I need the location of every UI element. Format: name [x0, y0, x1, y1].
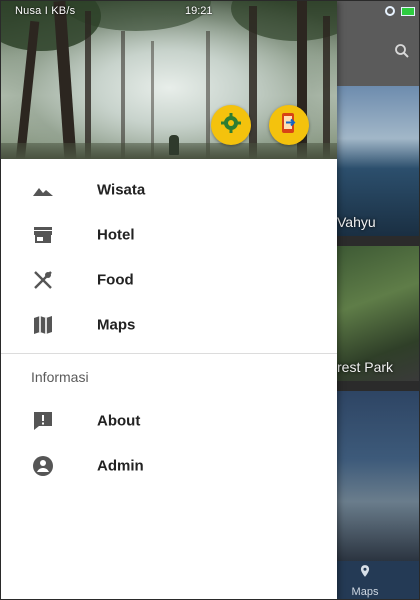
bottom-nav-maps-label: Maps	[351, 586, 379, 598]
menu-item-label: Hotel	[97, 226, 135, 243]
menu-item-label: Wisata	[97, 181, 146, 198]
logout-icon	[277, 111, 301, 140]
location-pin-icon	[337, 563, 393, 584]
menu-item-maps[interactable]: Maps	[1, 302, 337, 347]
menu-divider	[1, 353, 337, 354]
logout-button[interactable]	[269, 105, 309, 145]
destination-card[interactable]	[337, 391, 419, 561]
map-icon	[31, 313, 55, 337]
feedback-icon	[31, 409, 55, 433]
store-icon	[31, 223, 55, 247]
tree-trunk	[121, 31, 125, 159]
status-icons	[385, 6, 415, 18]
tree-trunk	[323, 16, 330, 159]
menu-item-wisata[interactable]: Wisata	[1, 167, 337, 212]
card-title: Vahyu	[337, 214, 376, 230]
menu-item-label: Admin	[97, 457, 144, 474]
search-icon[interactable]	[389, 41, 415, 67]
restaurant-icon	[31, 268, 55, 292]
tree-trunk	[206, 31, 210, 159]
alarm-icon	[385, 6, 395, 16]
card-title: rest Park	[337, 359, 394, 375]
battery-icon	[401, 7, 415, 16]
settings-icon	[219, 111, 243, 140]
menu-item-label: About	[97, 412, 141, 429]
settings-button[interactable]	[211, 105, 251, 145]
tree-trunk	[85, 11, 91, 159]
bottom-navigation: Maps	[337, 561, 419, 599]
tree-trunk	[249, 6, 257, 159]
hiker-figure	[169, 135, 179, 155]
menu-item-label: Maps	[97, 316, 136, 333]
bottom-nav-maps[interactable]: Maps	[337, 563, 393, 599]
status-bar: Nusa I KB/s 19:21	[1, 1, 419, 23]
section-heading-informasi: Informasi	[31, 369, 89, 385]
destination-card[interactable]: Vahyu	[337, 86, 419, 236]
menu-item-label: Food	[97, 271, 134, 288]
admin-icon	[31, 454, 55, 478]
main-menu: Wisata Hotel Food Maps	[1, 167, 337, 347]
info-menu: About Admin	[1, 398, 337, 488]
status-time: 19:21	[185, 5, 213, 17]
menu-item-food[interactable]: Food	[1, 257, 337, 302]
navigation-drawer: Wisata Hotel Food Maps Informasi About A…	[1, 1, 337, 599]
landscape-icon	[31, 178, 55, 202]
destination-card[interactable]: rest Park	[337, 246, 419, 381]
tree-trunk	[151, 41, 154, 159]
menu-item-hotel[interactable]: Hotel	[1, 212, 337, 257]
status-network-text: Nusa I KB/s	[15, 5, 76, 17]
device-screen: Vahyu rest Park Maps Nusa I KB/s 19:21 W…	[0, 0, 420, 600]
menu-item-admin[interactable]: Admin	[1, 443, 337, 488]
drawer-header	[1, 1, 337, 159]
menu-item-about[interactable]: About	[1, 398, 337, 443]
